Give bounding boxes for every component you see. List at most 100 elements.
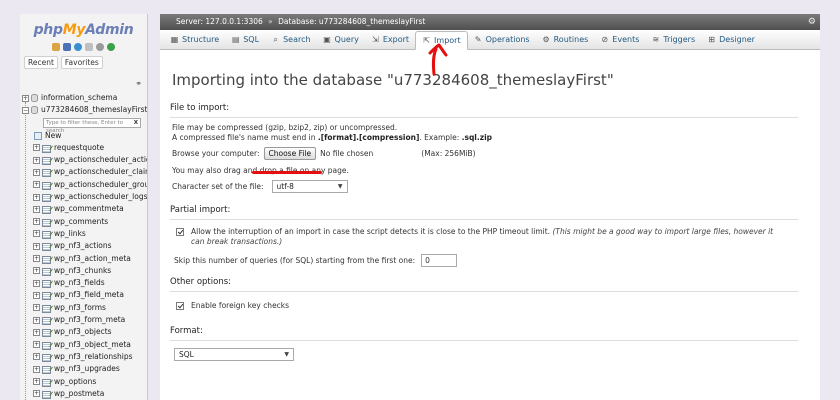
link-with-main-icon[interactable]: ⚭: [135, 79, 142, 88]
breadcrumb-server[interactable]: Server: 127.0.0.1:3306: [176, 17, 263, 26]
expand-icon[interactable]: +: [33, 365, 40, 373]
expand-icon[interactable]: +: [33, 328, 40, 336]
tree-db-information-schema[interactable]: + information_schema: [20, 92, 147, 104]
format-select[interactable]: SQL ▼: [174, 348, 294, 361]
table-item[interactable]: + wp_comments: [20, 216, 147, 228]
table-name[interactable]: wp_actionscheduler_logs: [54, 192, 147, 201]
table-item[interactable]: + wp_actionscheduler_actions: [20, 154, 147, 166]
table-name[interactable]: wp_nf3_upgrades: [54, 364, 120, 373]
expand-icon[interactable]: +: [33, 353, 40, 361]
table-name[interactable]: wp_actionscheduler_groups: [54, 180, 147, 189]
tab-export[interactable]: ⇲ Export: [365, 31, 415, 49]
table-item[interactable]: + requestquote: [20, 142, 147, 154]
expand-icon[interactable]: +: [22, 94, 29, 102]
table-name[interactable]: wp_actionscheduler_claims: [54, 167, 147, 176]
table-name[interactable]: wp_nf3_action_meta: [54, 254, 131, 263]
table-name[interactable]: wp_nf3_objects: [54, 327, 112, 336]
allow-interrupt-checkbox[interactable]: [176, 228, 184, 236]
expand-icon[interactable]: +: [33, 341, 40, 349]
table-name[interactable]: wp_nf3_object_meta: [54, 340, 131, 349]
table-item[interactable]: + wp_nf3_field_meta: [20, 289, 147, 301]
db-name[interactable]: information_schema: [41, 93, 117, 102]
reload-icon[interactable]: [107, 43, 115, 51]
expand-icon[interactable]: +: [33, 181, 40, 189]
clear-filter-icon[interactable]: X: [134, 119, 138, 127]
expand-icon[interactable]: +: [33, 193, 40, 201]
expand-icon[interactable]: +: [33, 390, 40, 398]
table-name[interactable]: wp_postmeta: [54, 389, 104, 398]
exit-icon[interactable]: [63, 43, 71, 51]
table-name[interactable]: wp_nf3_field_meta: [54, 290, 124, 299]
db-name[interactable]: u773284608_themeslayFirst: [41, 105, 147, 114]
tab-query[interactable]: ▣ Query: [317, 31, 365, 49]
table-name[interactable]: wp_nf3_relationships: [54, 352, 133, 361]
breadcrumb-database[interactable]: Database: u773284608_themeslayFirst: [278, 17, 425, 26]
expand-icon[interactable]: +: [33, 316, 40, 324]
tab-operations[interactable]: ✎ Operations: [468, 31, 536, 49]
table-name[interactable]: wp_comments: [54, 217, 108, 226]
collapse-icon[interactable]: −: [22, 106, 29, 114]
table-item[interactable]: + wp_nf3_objects: [20, 326, 147, 338]
tab-sql[interactable]: ▤ SQL: [225, 31, 265, 49]
table-name[interactable]: wp_actionscheduler_actions: [54, 155, 147, 164]
docs-icon[interactable]: [74, 43, 82, 51]
favorites-tab[interactable]: Favorites: [60, 56, 103, 69]
table-item[interactable]: + wp_nf3_upgrades: [20, 363, 147, 375]
tab-events[interactable]: ⊘ Events: [594, 31, 645, 49]
expand-icon[interactable]: +: [33, 291, 40, 299]
table-item[interactable]: + wp_nf3_relationships: [20, 351, 147, 363]
foreign-key-checkbox[interactable]: [176, 301, 184, 310]
expand-icon[interactable]: +: [33, 279, 40, 287]
table-name[interactable]: wp_nf3_chunks: [54, 266, 111, 275]
table-name[interactable]: wp_nf3_fields: [54, 278, 105, 287]
new-label[interactable]: New: [45, 131, 61, 140]
table-item[interactable]: + wp_nf3_fields: [20, 277, 147, 289]
gear-icon[interactable]: ⚙: [808, 14, 816, 30]
skip-queries-input[interactable]: 0: [421, 254, 458, 267]
settings-icon[interactable]: [96, 43, 104, 51]
expand-icon[interactable]: +: [33, 144, 40, 152]
table-item[interactable]: + wp_nf3_chunks: [20, 265, 147, 277]
table-item[interactable]: + wp_commentmeta: [20, 203, 147, 215]
table-item[interactable]: + wp_actionscheduler_claims: [20, 166, 147, 178]
table-item[interactable]: + wp_actionscheduler_groups: [20, 179, 147, 191]
expand-icon[interactable]: +: [33, 242, 40, 250]
expand-icon[interactable]: +: [33, 267, 40, 275]
tab-search[interactable]: ⌕ Search: [265, 31, 316, 49]
table-name[interactable]: wp_options: [54, 377, 96, 386]
table-name[interactable]: wp_nf3_actions: [54, 241, 112, 250]
recent-tab[interactable]: Recent: [24, 56, 58, 69]
expand-icon[interactable]: +: [33, 255, 40, 263]
table-item[interactable]: + wp_nf3_actions: [20, 240, 147, 252]
tab-triggers[interactable]: ≋ Triggers: [645, 31, 701, 49]
table-item[interactable]: + wp_options: [20, 376, 147, 388]
tab-structure[interactable]: ▦ Structure: [164, 31, 225, 49]
table-name[interactable]: requestquote: [54, 143, 104, 152]
expand-icon[interactable]: +: [33, 378, 40, 386]
expand-icon[interactable]: +: [33, 218, 40, 226]
table-item[interactable]: + wp_links: [20, 228, 147, 240]
table-filter-input[interactable]: Type to filter these, Enter to search X: [43, 117, 141, 134]
expand-icon[interactable]: +: [33, 230, 40, 238]
tab-designer[interactable]: ⊞ Designer: [701, 31, 761, 49]
tab-routines[interactable]: ⚙ Routines: [536, 31, 595, 49]
table-item[interactable]: + wp_nf3_form_meta: [20, 314, 147, 326]
expand-icon[interactable]: +: [33, 168, 40, 176]
choose-file-button[interactable]: Choose File: [263, 147, 317, 160]
table-item[interactable]: + wp_nf3_object_meta: [20, 339, 147, 351]
expand-icon[interactable]: +: [33, 304, 40, 312]
table-name[interactable]: wp_nf3_form_meta: [54, 315, 125, 324]
table-name[interactable]: wp_nf3_forms: [54, 303, 106, 312]
sql-docs-icon[interactable]: [85, 43, 93, 51]
phpmyadmin-logo[interactable]: phpMyAdmin: [20, 22, 147, 40]
home-icon[interactable]: [52, 43, 60, 51]
tree-db-themeslay[interactable]: − u773284608_themeslayFirst: [20, 104, 147, 116]
table-item[interactable]: + wp_actionscheduler_logs: [20, 191, 147, 203]
charset-select[interactable]: utf-8 ▼: [271, 180, 348, 193]
table-item[interactable]: + wp_nf3_action_meta: [20, 253, 147, 265]
table-name[interactable]: wp_commentmeta: [54, 204, 124, 213]
table-item[interactable]: + wp_nf3_forms: [20, 302, 147, 314]
table-item[interactable]: + wp_postmeta: [20, 388, 147, 400]
tree-new-table[interactable]: New: [20, 130, 147, 142]
expand-icon[interactable]: +: [33, 156, 40, 164]
